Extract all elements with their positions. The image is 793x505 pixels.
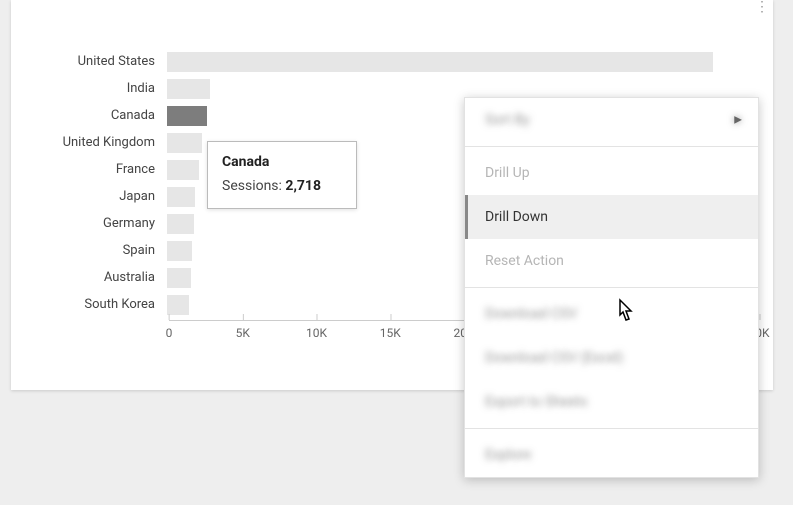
menu-item-download-csv-excel[interactable]: Download CSV (Excel) <box>465 336 758 380</box>
menu-separator <box>465 287 758 288</box>
bar[interactable] <box>167 160 199 180</box>
tooltip-metric-value: 2,718 <box>285 178 321 194</box>
bar[interactable] <box>167 187 195 207</box>
menu-item-sort-by[interactable]: Sort By ▶ <box>465 98 758 142</box>
category-label: United States <box>29 54 167 69</box>
menu-separator <box>465 428 758 429</box>
bar[interactable] <box>167 79 210 99</box>
menu-item-drill-down[interactable]: Drill Down <box>465 195 758 239</box>
category-label: Australia <box>29 270 167 285</box>
chevron-right-icon: ▶ <box>734 115 742 126</box>
menu-item-explore[interactable]: Explore <box>465 433 758 477</box>
bar[interactable] <box>167 52 713 72</box>
bar[interactable] <box>167 295 189 315</box>
x-tick: 10K <box>306 320 327 340</box>
menu-item-drill-up: Drill Up <box>465 151 758 195</box>
menu-item-export-to-sheets[interactable]: Export to Sheets <box>465 380 758 424</box>
category-label: Canada <box>29 108 167 123</box>
menu-item-download-csv[interactable]: Download CSV <box>465 292 758 336</box>
category-label: Germany <box>29 216 167 231</box>
bar[interactable] <box>167 133 202 153</box>
x-tick: 5K <box>236 320 250 340</box>
tooltip-metric-label: Sessions: <box>222 178 285 194</box>
category-label: South Korea <box>29 297 167 312</box>
bar[interactable] <box>167 106 207 126</box>
chart-row[interactable]: United States <box>29 48 757 75</box>
category-label: France <box>29 162 167 177</box>
bar[interactable] <box>167 241 192 261</box>
menu-item-reset-action: Reset Action <box>465 239 758 283</box>
x-tick: 0 <box>166 320 173 340</box>
context-menu: Sort By ▶ Drill Up Drill Down Reset Acti… <box>464 97 759 478</box>
category-label: United Kingdom <box>29 135 167 150</box>
category-label: Spain <box>29 243 167 258</box>
bar[interactable] <box>167 268 191 288</box>
bar[interactable] <box>167 214 194 234</box>
category-label: India <box>29 81 167 96</box>
menu-separator <box>465 146 758 147</box>
category-label: Japan <box>29 189 167 204</box>
more-options-icon[interactable]: ⋮ <box>755 4 769 10</box>
chart-tooltip: Canada Sessions: 2,718 <box>207 141 357 209</box>
x-tick: 15K <box>380 320 401 340</box>
tooltip-title: Canada <box>222 154 338 170</box>
